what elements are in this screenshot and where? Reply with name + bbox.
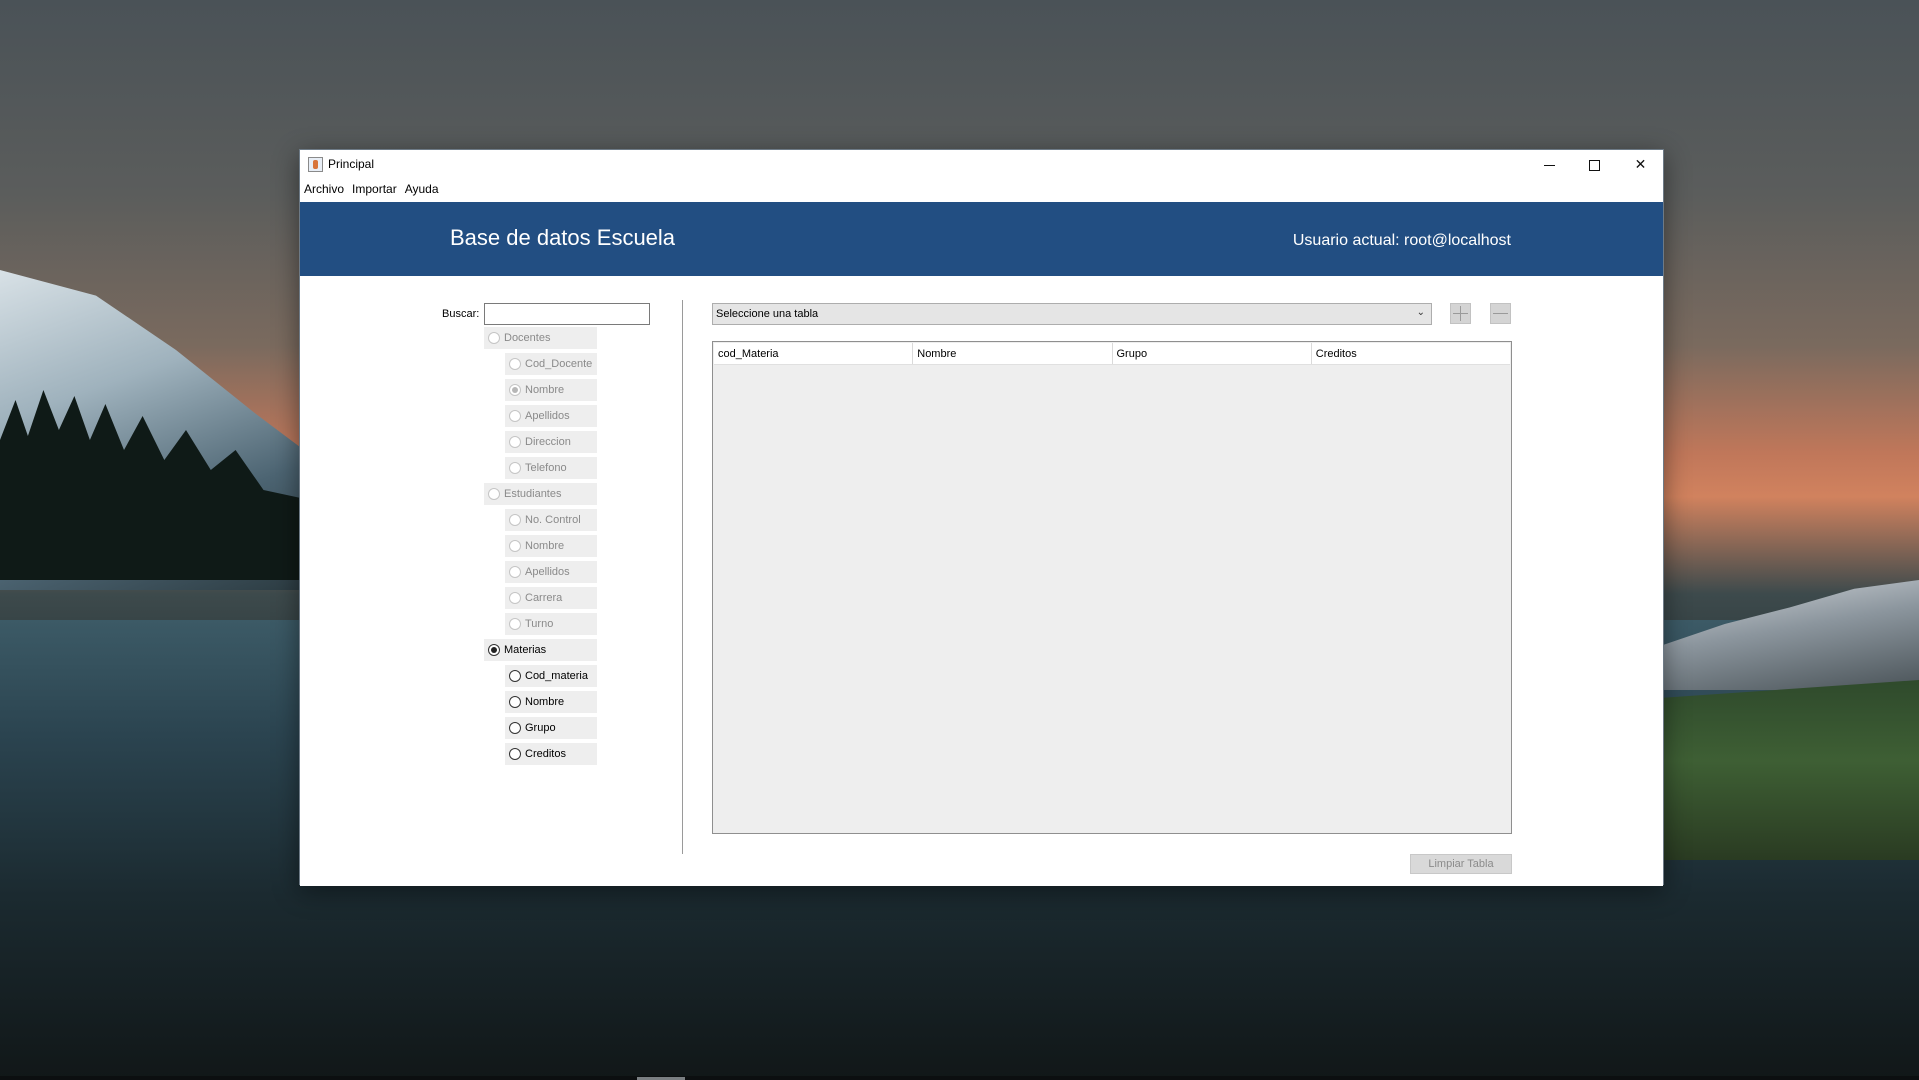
main-content: Buscar: Docentes Cod_Docente Nombre Apel…	[300, 276, 1663, 886]
maximize-icon	[1589, 159, 1600, 171]
radio-estudiantes-apellidos[interactable]: Apellidos	[505, 561, 597, 583]
close-icon: ✕	[1634, 157, 1647, 173]
radio-materias-nombre[interactable]: Nombre	[505, 691, 597, 713]
radio-label: Carrera	[525, 592, 563, 604]
header-banner: Base de datos Escuela Usuario actual: ro…	[300, 202, 1663, 276]
radio-label: Turno	[525, 618, 554, 630]
radio-label: Nombre	[525, 540, 565, 552]
radio-indicator	[509, 566, 521, 578]
radio-estudiantes-turno[interactable]: Turno	[505, 613, 597, 635]
radio-indicator	[488, 332, 500, 344]
current-user-label: Usuario actual: root@localhost	[1292, 232, 1511, 249]
plus-icon	[1453, 306, 1468, 321]
radio-indicator	[509, 670, 521, 682]
clear-table-button[interactable]: Limpiar Tabla	[1410, 854, 1512, 874]
radio-indicator	[509, 540, 521, 552]
radio-indicator	[509, 358, 521, 370]
radio-label: Cod_materia	[525, 670, 588, 682]
radio-docentes-apellidos[interactable]: Apellidos	[505, 405, 597, 427]
radio-indicator	[509, 618, 521, 630]
remove-record-button[interactable]	[1490, 303, 1511, 324]
close-button[interactable]: ✕	[1618, 150, 1663, 180]
minimize-button[interactable]	[1527, 150, 1572, 180]
radio-label: Materias	[504, 644, 547, 656]
radio-docentes-cod-docente[interactable]: Cod_Docente	[505, 353, 597, 375]
radio-estudiantes-nombre[interactable]: Nombre	[505, 535, 597, 557]
radio-label: Docentes	[504, 332, 551, 344]
chevron-down-icon: ⌄	[1416, 307, 1425, 318]
maximize-button[interactable]	[1572, 150, 1617, 180]
minus-icon	[1493, 313, 1508, 314]
app-window: Principal ✕ Archivo Importar Ayuda Base …	[299, 149, 1664, 886]
add-record-button[interactable]	[1450, 303, 1471, 324]
radio-estudiantes[interactable]: Estudiantes	[484, 483, 597, 505]
menu-bar: Archivo Importar Ayuda	[300, 180, 1663, 200]
java-app-icon	[308, 157, 323, 172]
radio-indicator	[509, 410, 521, 422]
window-title: Principal	[328, 157, 375, 171]
radio-label: Direccion	[525, 436, 571, 448]
radio-indicator	[509, 462, 521, 474]
radio-indicator	[488, 644, 500, 656]
radio-label: Estudiantes	[504, 488, 562, 500]
search-input[interactable]	[484, 303, 650, 325]
wallpaper-grass	[1660, 680, 1919, 860]
wallpaper-mountain-right	[1660, 580, 1919, 690]
radio-label: Cod_Docente	[525, 358, 593, 370]
radio-indicator	[509, 384, 521, 396]
radio-estudiantes-no-control[interactable]: No. Control	[505, 509, 597, 531]
page-title: Base de datos Escuela	[450, 225, 676, 250]
radio-indicator	[509, 514, 521, 526]
panel-divider	[682, 300, 683, 854]
search-label: Buscar:	[442, 308, 480, 320]
radio-docentes-direccion[interactable]: Direccion	[505, 431, 597, 453]
column-header[interactable]: Grupo	[1113, 343, 1312, 364]
menu-ayuda[interactable]: Ayuda	[401, 180, 443, 200]
radio-estudiantes-carrera[interactable]: Carrera	[505, 587, 597, 609]
radio-label: Nombre	[525, 384, 565, 396]
radio-label: Apellidos	[525, 566, 570, 578]
radio-label: Nombre	[525, 696, 565, 708]
taskbar	[0, 1076, 1919, 1080]
table-select-dropdown[interactable]: Seleccione una tabla ⌄	[712, 303, 1432, 325]
menu-archivo[interactable]: Archivo	[300, 180, 348, 200]
radio-label: Apellidos	[525, 410, 570, 422]
radio-label: Grupo	[525, 722, 556, 734]
column-header[interactable]: Nombre	[913, 343, 1113, 364]
title-bar[interactable]: Principal ✕	[300, 150, 1663, 180]
radio-indicator	[488, 488, 500, 500]
menu-importar[interactable]: Importar	[348, 180, 401, 200]
radio-materias[interactable]: Materias	[484, 639, 597, 661]
table-header: cod_Materia Nombre Grupo Creditos	[714, 343, 1510, 365]
radio-indicator	[509, 436, 521, 448]
column-header[interactable]: cod_Materia	[714, 343, 914, 364]
radio-materias-creditos[interactable]: Creditos	[505, 743, 597, 765]
column-header[interactable]: Creditos	[1312, 343, 1510, 364]
radio-docentes-nombre[interactable]: Nombre	[505, 379, 597, 401]
radio-docentes[interactable]: Docentes	[484, 327, 597, 349]
radio-indicator	[509, 592, 521, 604]
data-table[interactable]: cod_Materia Nombre Grupo Creditos	[712, 341, 1512, 834]
radio-docentes-telefono[interactable]: Telefono	[505, 457, 597, 479]
radio-indicator	[509, 696, 521, 708]
table-select-value: Seleccione una tabla	[716, 308, 819, 320]
radio-materias-grupo[interactable]: Grupo	[505, 717, 597, 739]
radio-indicator	[509, 722, 521, 734]
radio-materias-cod-materia[interactable]: Cod_materia	[505, 665, 597, 687]
radio-label: Telefono	[525, 462, 567, 474]
radio-indicator	[509, 748, 521, 760]
radio-label: No. Control	[525, 514, 581, 526]
minimize-icon	[1544, 164, 1555, 166]
radio-label: Creditos	[525, 748, 566, 760]
